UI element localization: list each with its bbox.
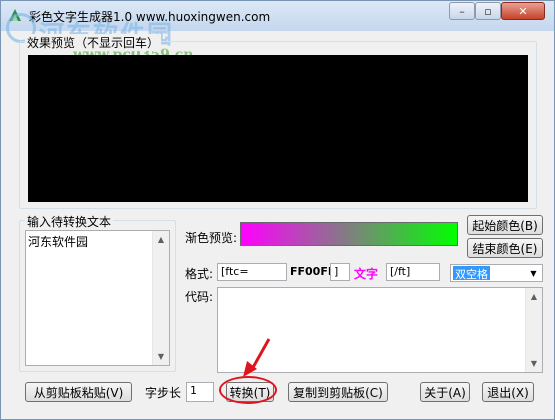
copy-button[interactable]: 复制到剪贴板(C) [288, 382, 388, 402]
sample-text: 文字 [354, 267, 379, 281]
open-tag-field[interactable]: [ftc= [217, 263, 287, 281]
scroll-up-icon[interactable]: ▲ [526, 288, 542, 305]
close-button[interactable]: ✕ [501, 2, 545, 20]
scroll-up-icon[interactable]: ▲ [153, 231, 169, 248]
window-title: 彩色文字生成器1.0 www.huoxingwen.com [29, 10, 271, 24]
minimize-button[interactable]: – [449, 2, 475, 20]
format-label: 格式: [185, 267, 214, 281]
gradient-label: 渐色预览: [185, 231, 238, 245]
preview-area [28, 55, 528, 202]
space-select[interactable]: 双空格 ▼ [450, 264, 543, 282]
maximize-button[interactable]: ▫ [475, 2, 501, 20]
exit-button[interactable]: 退出(X) [482, 382, 534, 402]
code-label: 代码: [185, 290, 214, 304]
about-button[interactable]: 关于(A) [420, 382, 470, 402]
space-select-value: 双空格 [453, 266, 490, 281]
scroll-down-icon[interactable]: ▼ [153, 348, 169, 365]
scroll-down-icon[interactable]: ▼ [526, 355, 542, 372]
app-window: 彩色文字生成器1.0 www.huoxingwen.com – ▫ ✕ 河东软件… [0, 0, 555, 420]
code-textarea[interactable]: ▲ ▼ [217, 287, 543, 373]
input-scrollbar[interactable]: ▲ ▼ [152, 231, 169, 365]
preview-group-label: 效果预览（不显示回车） [25, 34, 162, 51]
chevron-down-icon[interactable]: ▼ [525, 265, 542, 281]
input-group-label: 输入待转换文本 [25, 213, 114, 230]
step-label: 字步长 [145, 386, 182, 400]
start-color-button[interactable]: 起始颜色(B) [467, 215, 543, 235]
input-text: 河东软件园 [28, 235, 89, 249]
paste-button[interactable]: 从剪贴板粘贴(V) [25, 382, 132, 402]
convert-button[interactable]: 转换(T) [226, 382, 274, 402]
gradient-preview-bar [240, 222, 458, 246]
title-bar[interactable]: 彩色文字生成器1.0 www.huoxingwen.com – ▫ ✕ [1, 1, 554, 31]
code-scrollbar[interactable]: ▲ ▼ [525, 288, 542, 372]
color-value-text: FF00FF [290, 265, 336, 278]
input-textarea[interactable]: 河东软件园 ▲ ▼ [25, 230, 170, 366]
bracket-field[interactable]: ] [330, 263, 350, 281]
close-tag-field[interactable]: [/ft] [386, 263, 440, 281]
end-color-button[interactable]: 结束颜色(E) [467, 238, 543, 258]
step-field[interactable]: 1 [186, 382, 214, 402]
